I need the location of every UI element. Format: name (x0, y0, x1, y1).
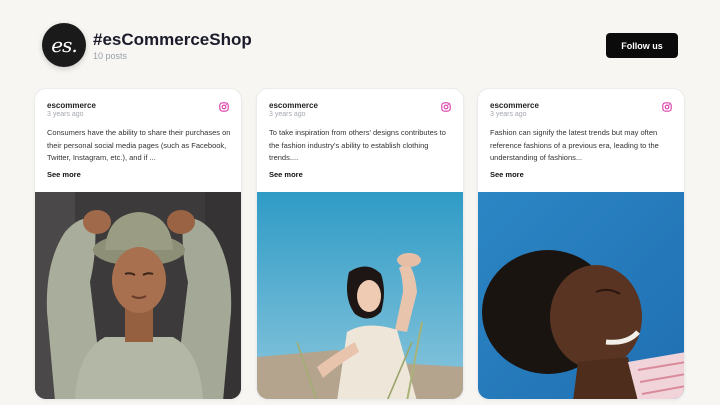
post-image[interactable] (35, 192, 241, 399)
posts-count: 10 posts (93, 51, 128, 61)
see-more-link[interactable]: See more (47, 170, 81, 179)
post-text: Fashion can signify the latest trends bu… (490, 128, 659, 162)
post-time: 3 years ago (269, 111, 306, 118)
brand-logo: es. (42, 23, 86, 67)
post-text: To take inspiration from others' designs… (269, 128, 446, 162)
post-author: escommerce (490, 101, 539, 110)
posts-grid: escommerce 3 years ago Consumers have th… (34, 88, 686, 400)
page-title: #esCommerceShop (93, 30, 252, 49)
see-more-link[interactable]: See more (269, 170, 303, 179)
instagram-icon[interactable] (662, 102, 672, 112)
profile-header: es. #esCommerceShop 10 posts Follow us (42, 22, 678, 70)
post-text: Consumers have the ability to share thei… (47, 128, 231, 162)
post-card[interactable]: escommerce 3 years ago Fashion can signi… (477, 88, 685, 400)
post-image[interactable] (478, 192, 684, 399)
post-time: 3 years ago (47, 111, 84, 118)
post-author: escommerce (47, 101, 96, 110)
post-time: 3 years ago (490, 111, 527, 118)
post-image[interactable] (257, 192, 463, 399)
post-card[interactable]: escommerce 3 years ago To take inspirati… (256, 88, 464, 400)
instagram-icon[interactable] (441, 102, 451, 112)
follow-us-button[interactable]: Follow us (606, 33, 678, 58)
post-card[interactable]: escommerce 3 years ago Consumers have th… (34, 88, 242, 400)
see-more-link[interactable]: See more (490, 170, 524, 179)
post-author: escommerce (269, 101, 318, 110)
instagram-icon[interactable] (219, 102, 229, 112)
